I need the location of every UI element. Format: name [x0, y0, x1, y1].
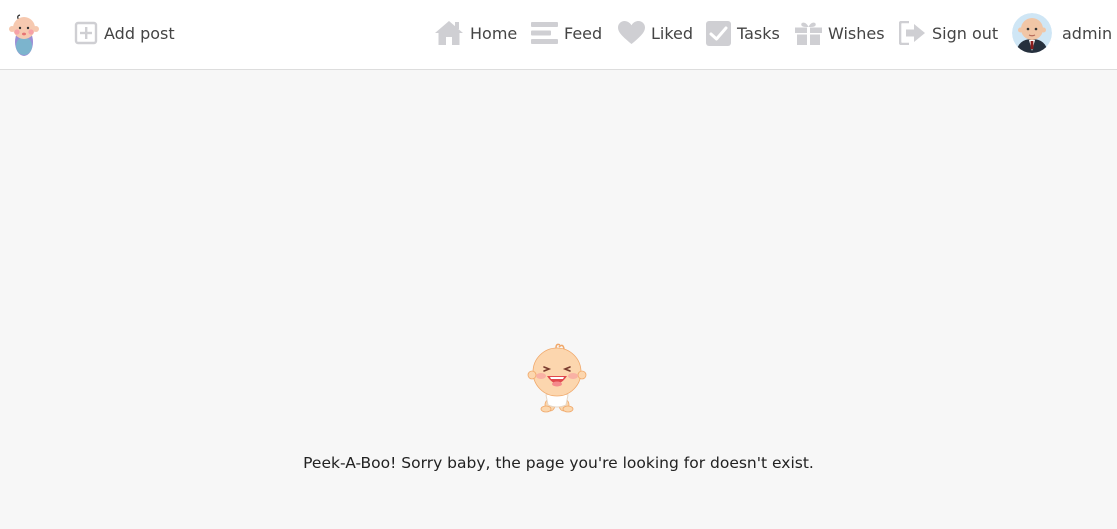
avatar[interactable]: [1012, 13, 1052, 53]
nav-feed-label: Feed: [564, 23, 603, 43]
nav-home-label: Home: [470, 23, 518, 43]
plus-square-icon: [74, 21, 98, 45]
laughing-baby-illustration: [526, 343, 588, 417]
nav-tasks[interactable]: Tasks: [706, 0, 780, 66]
nav-user-profile[interactable]: admin: [1012, 0, 1112, 66]
main-content: Peek-A-Boo! Sorry baby, the page you're …: [0, 70, 1117, 529]
home-icon: [435, 21, 463, 45]
sign-out-icon: [899, 21, 925, 45]
add-post-button[interactable]: Add post: [74, 0, 175, 66]
top-navbar: Add post Home Feed Liked Tasks Wishes Si…: [0, 0, 1117, 70]
nav-home[interactable]: Home: [434, 0, 517, 66]
error-message: Peek-A-Boo! Sorry baby, the page you're …: [303, 454, 814, 472]
heart-icon: [618, 21, 645, 44]
nav-liked-label: Liked: [651, 23, 694, 43]
add-post-label: Add post: [104, 23, 175, 43]
nav-liked[interactable]: Liked: [618, 0, 693, 66]
nav-wishes[interactable]: Wishes: [795, 0, 885, 66]
checkbox-icon: [706, 20, 731, 46]
nav-feed[interactable]: Feed: [531, 0, 602, 66]
list-icon: [531, 22, 558, 44]
nav-sign-out-label: Sign out: [932, 23, 999, 43]
nav-tasks-label: Tasks: [737, 23, 780, 43]
nav-sign-out[interactable]: Sign out: [899, 0, 998, 66]
nav-wishes-label: Wishes: [828, 23, 885, 43]
nav-user-name: admin: [1062, 23, 1113, 43]
baby-logo-icon[interactable]: [6, 10, 44, 58]
gift-icon: [795, 22, 822, 45]
